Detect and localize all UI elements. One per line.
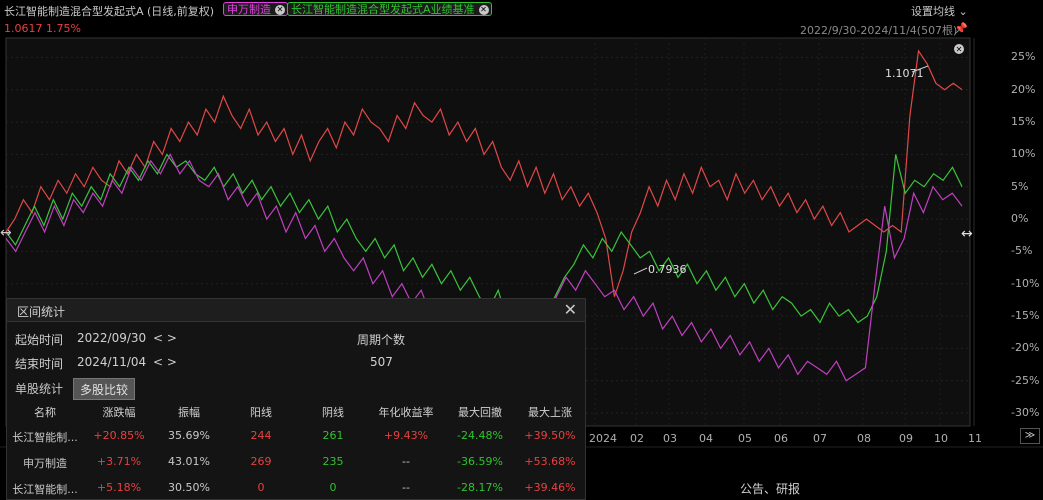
table-cell: +5.18% [96,481,142,494]
table-cell: 30.50% [168,481,210,494]
table-cell: +39.46% [524,481,576,494]
bottom-bar: 公告、研报 [590,476,1043,500]
column-header: 年化收益率 [378,406,434,419]
table-cell: -36.59% [457,455,503,468]
end-time-label: 结束时间 [15,357,64,371]
table-cell: 244 [250,429,272,442]
table-cell: 269 [250,455,272,468]
table-cell: 长江智能制... [12,483,78,496]
tab-multi-compare[interactable]: 多股比较 [73,378,136,400]
table-cell: -24.48% [457,429,503,442]
column-header: 振幅 [178,406,200,419]
tab-single-stock[interactable]: 单股统计 [9,378,69,400]
panel-header: 区间统计 ✕ [7,299,585,322]
column-header: 最大上涨 [528,406,572,419]
table-cell: 0 [257,481,265,494]
table-cell: -- [402,455,410,468]
table-cell: +53.68% [524,455,576,468]
period-count-value: 507 [370,355,393,369]
table-cell: -- [402,481,410,494]
column-header: 名称 [34,406,56,419]
stats-tabs: 单股统计 多股比较 [7,377,585,401]
table-cell: +9.43% [383,429,429,442]
table-cell: +20.85% [93,429,145,442]
table-cell: 申万制造 [23,457,67,470]
start-time-arrows[interactable]: < > [153,331,177,345]
table-cell: 261 [322,429,344,442]
table-cell: 43.01% [168,455,210,468]
table-cell: 0 [329,481,337,494]
column-header: 最大回撤 [458,406,502,419]
period-count-label: 周期个数 [357,333,406,347]
table-cell: -28.17% [457,481,503,494]
table-cell: 长江智能制... [12,431,78,444]
column-header: 阴线 [322,406,344,419]
end-time-arrows[interactable]: < > [153,355,177,369]
table-cell: +3.71% [96,455,142,468]
start-time-value[interactable]: 2022/09/30 [77,331,146,345]
column-header: 涨跌幅 [102,406,136,419]
end-time-value[interactable]: 2024/11/04 [77,355,146,369]
column-header: 阳线 [250,406,272,419]
table-cell: +39.50% [524,429,576,442]
announcements-research-tab[interactable]: 公告、研报 [740,480,800,497]
panel-title: 区间统计 [17,305,66,319]
table-cell: 35.69% [168,429,210,442]
scroll-right-button[interactable]: ≫ [1020,428,1040,444]
interval-stats-panel: 区间统计 ✕ 起始时间 2022/09/30 < > 周期个数 结束时间 202… [6,298,586,500]
start-time-label: 起始时间 [15,333,64,347]
table-cell: 235 [322,455,344,468]
close-icon[interactable]: ✕ [564,300,577,319]
